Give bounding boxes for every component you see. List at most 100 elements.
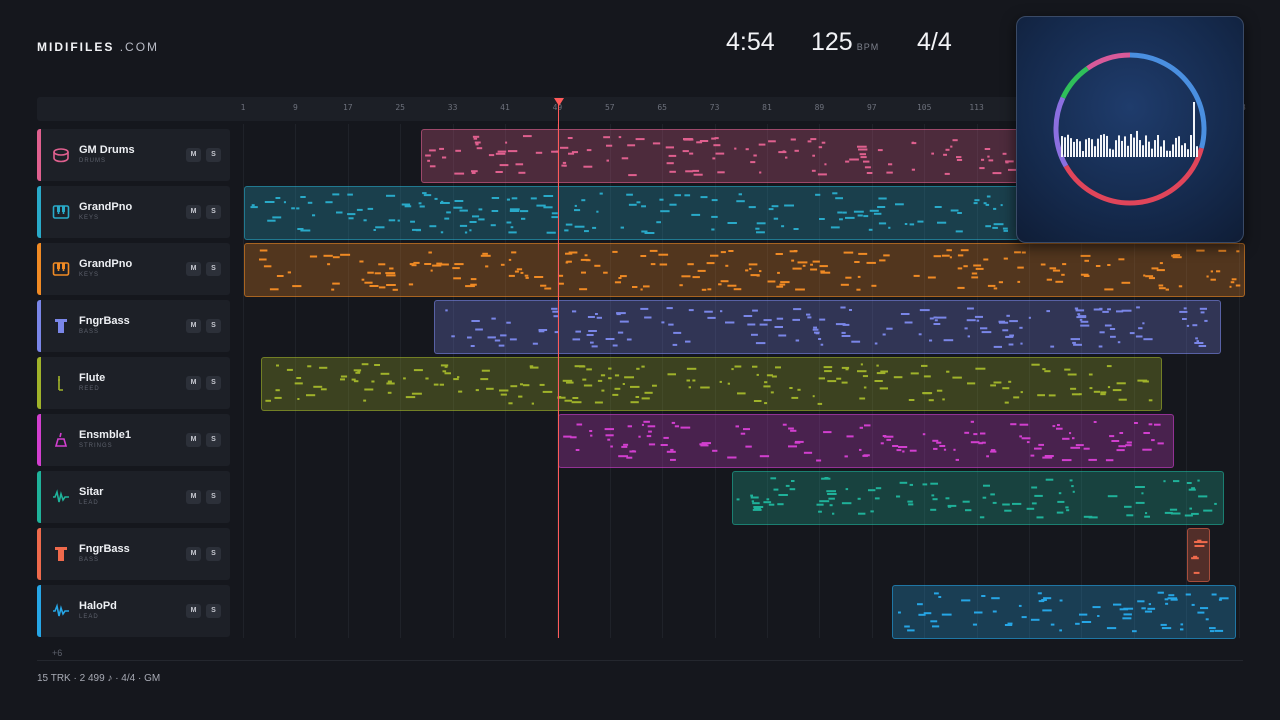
playhead-marker[interactable] bbox=[554, 98, 564, 106]
midi-note bbox=[785, 484, 790, 487]
midi-note bbox=[659, 198, 664, 201]
midi-note bbox=[879, 387, 888, 390]
tempo-value: 125 bbox=[811, 28, 853, 56]
midi-note bbox=[1164, 511, 1173, 514]
midi-clip[interactable] bbox=[421, 129, 1019, 183]
solo-button[interactable]: S bbox=[206, 433, 221, 447]
midi-note bbox=[693, 173, 703, 176]
mute-button[interactable]: M bbox=[186, 205, 201, 219]
mute-button[interactable]: M bbox=[186, 148, 201, 162]
midi-note bbox=[1216, 270, 1221, 273]
midi-clip[interactable] bbox=[558, 414, 1174, 468]
visualizer-bar bbox=[1187, 149, 1189, 157]
midi-note bbox=[720, 280, 729, 283]
midi-note bbox=[1010, 423, 1017, 426]
logo[interactable]: MIDIFILES .COM bbox=[37, 40, 159, 54]
track-header[interactable]: GrandPno KEYS M S bbox=[37, 186, 230, 238]
midi-note bbox=[773, 488, 779, 491]
track-header[interactable]: FngrBass BASS M S bbox=[37, 528, 230, 580]
solo-button[interactable]: S bbox=[206, 376, 221, 390]
midi-note bbox=[562, 161, 567, 164]
track-header[interactable]: Flute REED M S bbox=[37, 357, 230, 409]
midi-clip[interactable] bbox=[434, 300, 1221, 354]
midi-note bbox=[770, 391, 774, 394]
solo-button[interactable]: S bbox=[206, 319, 221, 333]
solo-button[interactable]: S bbox=[206, 604, 221, 618]
solo-button[interactable]: S bbox=[206, 148, 221, 162]
mute-button[interactable]: M bbox=[186, 547, 201, 561]
visualizer-bar bbox=[1106, 135, 1108, 157]
midi-note bbox=[778, 494, 788, 496]
solo-button[interactable]: S bbox=[206, 262, 221, 276]
midi-note bbox=[1019, 423, 1029, 426]
midi-note bbox=[1203, 509, 1213, 512]
midi-note bbox=[821, 141, 826, 144]
midi-note bbox=[1129, 332, 1135, 335]
mute-button[interactable]: M bbox=[186, 262, 201, 276]
midi-note bbox=[985, 203, 990, 206]
midi-note bbox=[264, 201, 275, 203]
midi-note bbox=[275, 197, 281, 199]
midi-note bbox=[364, 281, 373, 284]
midi-note bbox=[725, 264, 729, 267]
midi-note bbox=[649, 249, 658, 252]
midi-note bbox=[340, 253, 351, 256]
midi-note bbox=[646, 435, 652, 438]
midi-note bbox=[621, 445, 628, 448]
midi-note bbox=[614, 281, 621, 284]
midi-note bbox=[751, 333, 758, 336]
midi-note bbox=[562, 379, 573, 382]
midi-note bbox=[1169, 508, 1178, 511]
midi-note bbox=[815, 193, 821, 196]
midi-note bbox=[586, 368, 592, 371]
midi-note bbox=[1002, 152, 1007, 155]
visualizer-bar bbox=[1094, 146, 1096, 157]
midi-note bbox=[946, 370, 950, 373]
track-header[interactable]: GM Drums DRUMS M S bbox=[37, 129, 230, 181]
track-header[interactable]: HaloPd LEAD M S bbox=[37, 585, 230, 637]
mute-button[interactable]: M bbox=[186, 490, 201, 504]
midi-note bbox=[619, 320, 629, 323]
track-header[interactable]: Sitar LEAD M S bbox=[37, 471, 230, 523]
track-header[interactable]: GrandPno KEYS M S bbox=[37, 243, 230, 295]
track-header[interactable]: Ensmble1 STRINGS M S bbox=[37, 414, 230, 466]
more-tracks-label[interactable]: +6 bbox=[52, 648, 62, 658]
midi-clip[interactable] bbox=[1187, 528, 1210, 582]
playhead[interactable] bbox=[558, 98, 559, 638]
midi-note bbox=[500, 263, 505, 266]
midi-note bbox=[774, 326, 783, 328]
midi-note bbox=[1002, 387, 1010, 390]
midi-note bbox=[603, 136, 610, 139]
midi-note bbox=[794, 149, 799, 152]
solo-button[interactable]: S bbox=[206, 547, 221, 561]
visualizer-bar bbox=[1193, 102, 1195, 157]
midi-note bbox=[623, 443, 629, 446]
midi-note bbox=[564, 399, 573, 402]
midi-note bbox=[727, 222, 737, 224]
midi-note bbox=[963, 265, 968, 268]
midi-clip[interactable] bbox=[892, 585, 1236, 639]
mute-button[interactable]: M bbox=[186, 604, 201, 618]
ruler-tick: 17 bbox=[342, 103, 353, 112]
midi-note bbox=[993, 287, 998, 290]
midi-note bbox=[378, 286, 386, 289]
midi-clip[interactable] bbox=[244, 186, 1019, 240]
solo-button[interactable]: S bbox=[206, 490, 221, 504]
mute-button[interactable]: M bbox=[186, 319, 201, 333]
mute-button[interactable]: M bbox=[186, 376, 201, 390]
midi-note bbox=[697, 269, 706, 272]
midi-clip[interactable] bbox=[261, 357, 1162, 411]
midi-note bbox=[1121, 281, 1131, 284]
midi-note bbox=[1154, 423, 1161, 426]
midi-clip[interactable] bbox=[244, 243, 1245, 297]
midi-note bbox=[858, 512, 866, 515]
solo-button[interactable]: S bbox=[206, 205, 221, 219]
midi-note bbox=[439, 263, 449, 266]
track-header[interactable]: FngrBass BASS M S bbox=[37, 300, 230, 352]
midi-note bbox=[1135, 501, 1145, 504]
midi-note bbox=[296, 377, 302, 379]
mute-button[interactable]: M bbox=[186, 433, 201, 447]
midi-note bbox=[579, 365, 586, 368]
midi-clip[interactable] bbox=[732, 471, 1224, 525]
midi-note bbox=[1125, 444, 1132, 447]
